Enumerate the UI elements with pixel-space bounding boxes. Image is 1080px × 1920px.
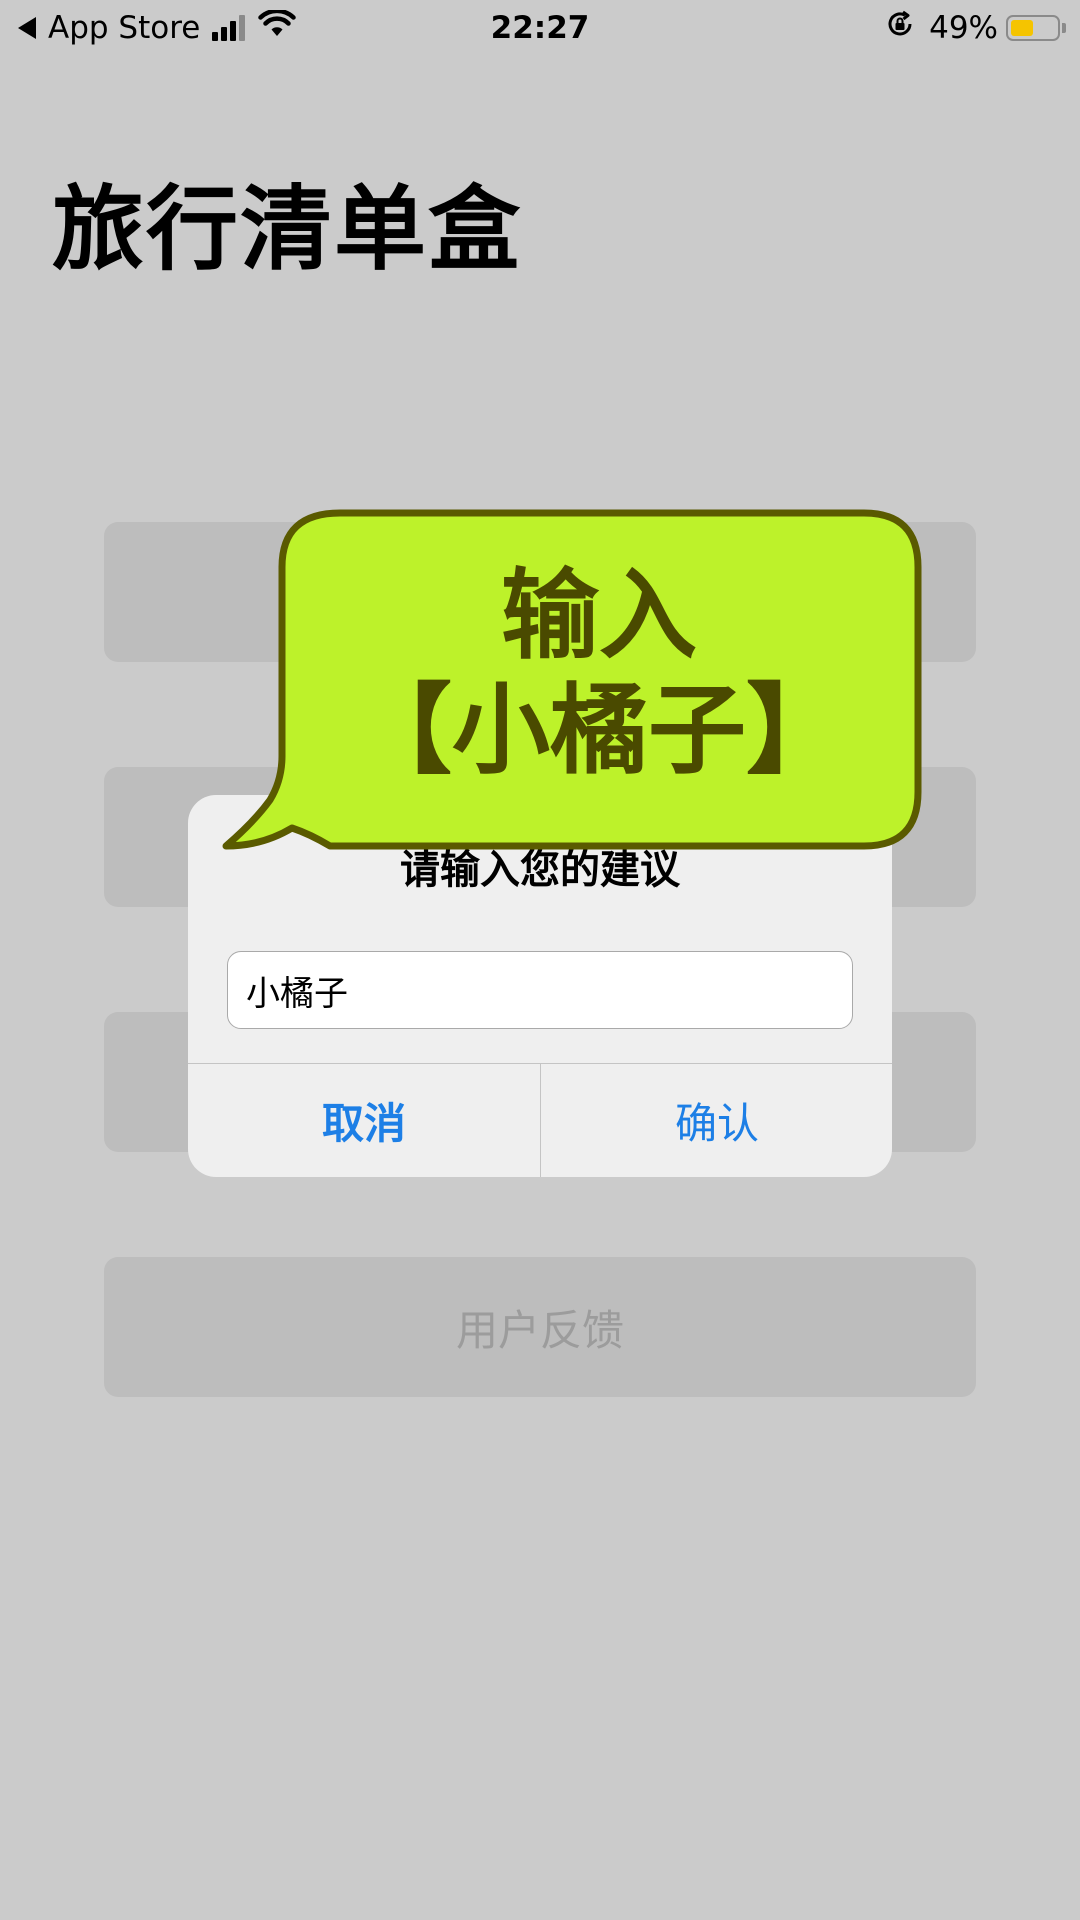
page-title: 旅行清单盒 bbox=[52, 176, 523, 283]
user-feedback-button[interactable]: 用户反馈 bbox=[104, 1257, 976, 1397]
status-right: 49% bbox=[885, 8, 1066, 48]
suggestion-alert: 请输入您的建议 取消 确认 bbox=[188, 795, 892, 1177]
battery-cap bbox=[1062, 23, 1066, 33]
status-bar: App Store 22:27 49% bbox=[0, 0, 1080, 56]
confirm-button[interactable]: 确认 bbox=[541, 1064, 892, 1177]
battery-level-fill bbox=[1011, 20, 1033, 36]
battery-icon bbox=[1006, 15, 1060, 41]
alert-title: 请输入您的建议 bbox=[400, 847, 680, 893]
cancel-button[interactable]: 取消 bbox=[188, 1064, 540, 1177]
battery-percent: 49% bbox=[929, 10, 998, 46]
suggestion-input[interactable] bbox=[227, 951, 853, 1029]
menu-button-1[interactable] bbox=[104, 522, 976, 662]
rotation-lock-icon bbox=[885, 9, 915, 47]
screen: App Store 22:27 49% 旅行清单盒 用户反馈 请输入您的建议 小… bbox=[0, 0, 1080, 1920]
